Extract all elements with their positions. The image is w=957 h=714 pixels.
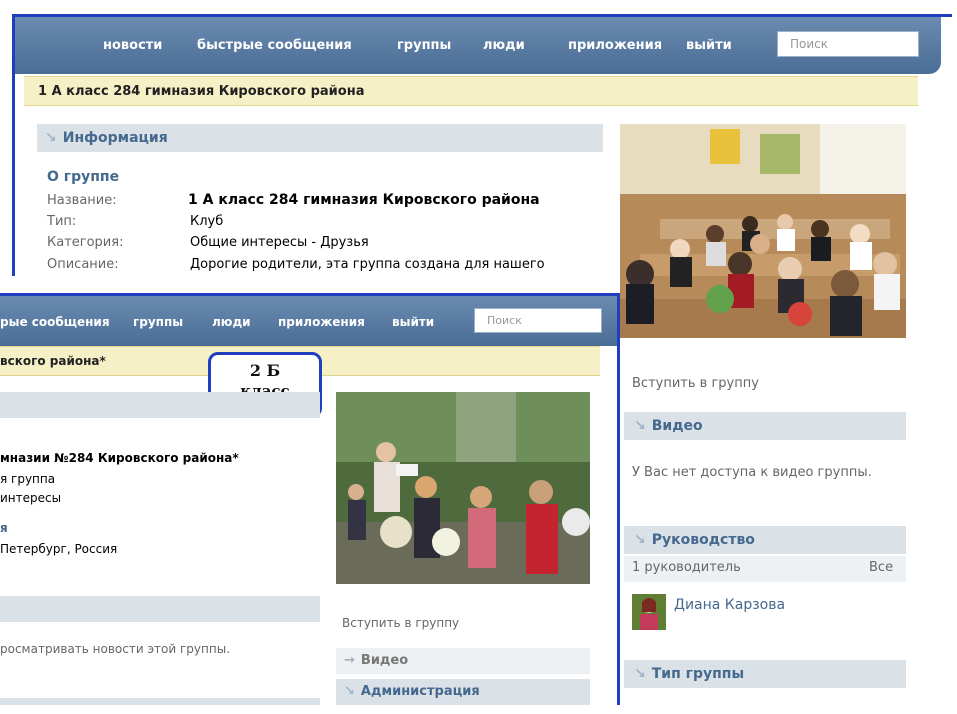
field-value-description: Дорогие родители, эта группа создана для… bbox=[190, 257, 545, 272]
front-bottom-bar bbox=[0, 698, 320, 705]
top-navigation: новости быстрые сообщения группы люди пр… bbox=[15, 17, 941, 74]
field-label-description: Описание: bbox=[47, 257, 119, 272]
leadership-all-link[interactable]: Все bbox=[869, 560, 893, 575]
nav-logout[interactable]: выйти bbox=[686, 31, 732, 61]
front-nav-messages[interactable]: рые сообщения bbox=[0, 307, 110, 337]
leadership-heading: Руководство bbox=[651, 532, 755, 548]
nav-messages[interactable]: быстрые сообщения bbox=[197, 31, 352, 61]
group-type-section-header: ↘ Тип группы bbox=[624, 660, 906, 688]
front-admin-heading: Администрация bbox=[360, 684, 480, 699]
group-type-heading: Тип группы bbox=[651, 666, 745, 682]
page-title: 1 А класс 284 гимназия Кировского района bbox=[38, 84, 365, 99]
leader-name-link[interactable]: Диана Карзова bbox=[674, 597, 785, 613]
arrow-icon: ↘ bbox=[45, 130, 57, 146]
leadership-count: 1 руководитель bbox=[632, 560, 741, 575]
nav-groups[interactable]: группы bbox=[397, 31, 451, 61]
arrow-icon: ↘ bbox=[634, 666, 646, 682]
info-section-header: ↘ Информация bbox=[37, 124, 603, 152]
front-nav-apps[interactable]: приложения bbox=[278, 307, 365, 337]
arrow-icon: ↘ bbox=[634, 418, 646, 434]
front-group-type: я группа bbox=[0, 472, 56, 486]
info-heading: Информация bbox=[62, 130, 168, 146]
field-label-category: Категория: bbox=[47, 235, 124, 250]
field-value-type: Клуб bbox=[190, 214, 224, 229]
front-video-item[interactable]: → Видео bbox=[336, 648, 590, 674]
arrow-right-icon: → bbox=[344, 653, 355, 668]
avatar[interactable] bbox=[632, 594, 666, 630]
field-value-name: 1 А класс 284 гимназия Кировского района bbox=[188, 192, 540, 208]
arrow-icon: ↘ bbox=[634, 532, 646, 548]
video-section-header: ↘ Видео bbox=[624, 412, 906, 440]
front-news-bar bbox=[0, 596, 320, 622]
front-top-navigation: рые сообщения группы люди приложения вый… bbox=[0, 296, 617, 346]
arrow-icon: ↘ bbox=[344, 684, 355, 699]
group-photo-classroom bbox=[620, 124, 906, 338]
front-admin-section-header: ↘ Администрация bbox=[336, 679, 590, 705]
front-city-heading: я bbox=[0, 521, 8, 535]
nav-apps[interactable]: приложения bbox=[568, 31, 662, 61]
front-window: рые сообщения группы люди приложения вый… bbox=[0, 293, 620, 705]
class-badge-line1: 2 Б bbox=[249, 361, 281, 380]
front-info-bar bbox=[0, 392, 320, 418]
front-nav-people[interactable]: люди bbox=[212, 307, 251, 337]
front-search-input[interactable]: Поиск bbox=[474, 308, 602, 333]
about-heading: О группе bbox=[47, 169, 120, 185]
front-join-group-link[interactable]: Вступить в группу bbox=[342, 616, 459, 630]
page-title-bar: 1 А класс 284 гимназия Кировского района bbox=[24, 76, 918, 106]
field-value-category: Общие интересы - Друзья bbox=[190, 235, 369, 250]
field-label-type: Тип: bbox=[47, 214, 77, 229]
video-access-text: У Вас нет доступа к видео группы. bbox=[632, 465, 872, 480]
front-group-category: интересы bbox=[0, 491, 62, 505]
front-nav-logout[interactable]: выйти bbox=[392, 307, 434, 337]
search-input[interactable]: Поиск bbox=[777, 31, 919, 57]
group-photo-outdoor bbox=[336, 392, 590, 584]
front-group-name: мназии №284 Кировского района* bbox=[0, 451, 239, 465]
front-video-label: Видео bbox=[360, 653, 409, 668]
front-news-text: росматривать новости этой группы. bbox=[0, 642, 231, 656]
join-group-link-back[interactable]: Вступить в группу bbox=[632, 376, 759, 391]
leadership-section-header: ↘ Руководство bbox=[624, 526, 906, 554]
front-nav-groups[interactable]: группы bbox=[133, 307, 183, 337]
front-page-title: вского района* bbox=[0, 354, 106, 368]
video-heading: Видео bbox=[651, 418, 703, 434]
nav-people[interactable]: люди bbox=[483, 31, 525, 61]
field-label-name: Название: bbox=[47, 193, 117, 208]
front-city-value: Петербург, Россия bbox=[0, 542, 118, 556]
nav-news[interactable]: новости bbox=[103, 31, 162, 61]
